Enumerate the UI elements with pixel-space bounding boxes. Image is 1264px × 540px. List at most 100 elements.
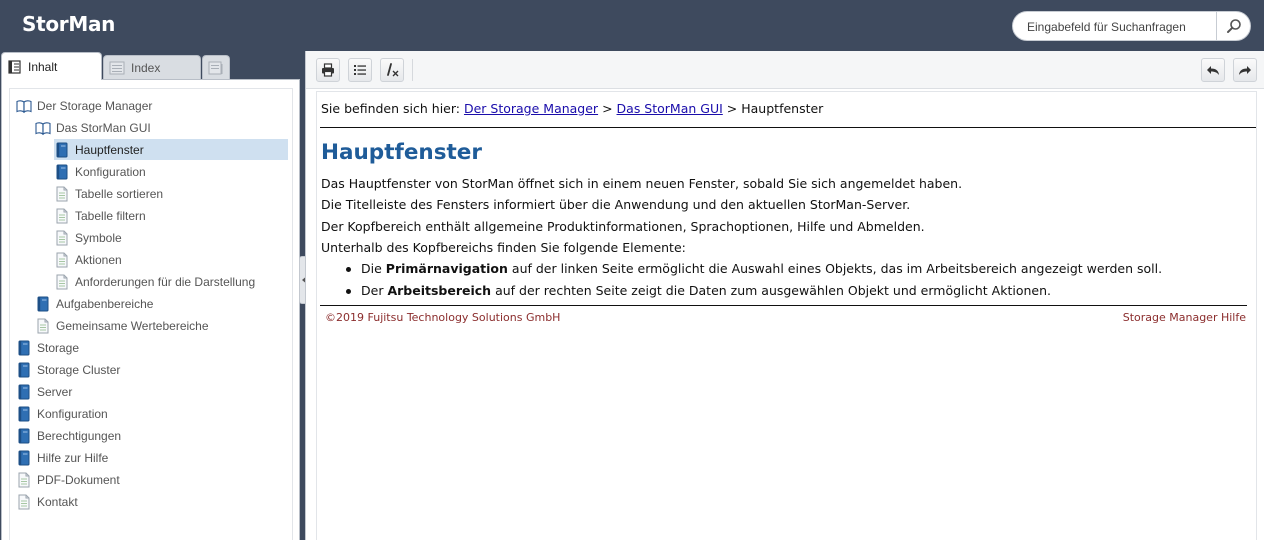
list-item: Der Arbeitsbereich auf der rechten Seite… xyxy=(346,283,1051,298)
index-icon xyxy=(109,61,125,75)
page-icon xyxy=(54,274,70,290)
content-panel: Sie befinden sich hier: Der Storage Mana… xyxy=(305,51,1264,540)
tree-item-label: Das StorMan GUI xyxy=(56,120,151,135)
tree-item[interactable]: Symbole xyxy=(54,227,126,248)
breadcrumb-prefix: Sie befinden sich hier: xyxy=(321,101,460,116)
tree-item-label: Aktionen xyxy=(75,252,122,267)
bullet-term: Arbeitsbereich xyxy=(387,283,492,298)
open-book-icon xyxy=(16,98,32,114)
tree-item-label: Symbole xyxy=(75,230,122,245)
tree-item-label: Der Storage Manager xyxy=(37,98,153,113)
toggle-list-button[interactable] xyxy=(348,58,372,82)
page-title: Hauptfenster xyxy=(321,140,482,165)
topic-content: Sie befinden sich hier: Der Storage Mana… xyxy=(316,91,1257,540)
tree-item-label: Hauptfenster xyxy=(75,142,144,157)
tree-item[interactable]: Aktionen xyxy=(54,249,126,270)
tree-item[interactable]: Tabelle filtern xyxy=(54,205,150,226)
copyright-text: ©2019 Fujitsu Technology Solutions GmbH xyxy=(325,311,561,324)
page-icon xyxy=(35,318,51,334)
paragraph: Das Hauptfenster von StorMan öffnet sich… xyxy=(321,176,963,191)
forward-button[interactable] xyxy=(1233,58,1257,82)
tab-inhalt[interactable]: Inhalt xyxy=(1,52,102,80)
page-icon xyxy=(54,252,70,268)
tab-index-label: Index xyxy=(131,61,161,75)
search-button[interactable] xyxy=(1216,12,1250,40)
tree-item-label: Storage Cluster xyxy=(37,362,121,377)
closed-book-icon xyxy=(16,406,32,422)
tree-item[interactable]: Storage Cluster xyxy=(16,359,124,380)
breadcrumb-separator: > xyxy=(726,101,738,116)
bullet-pre: Der xyxy=(361,283,384,298)
breadcrumb-link-storman-gui[interactable]: Das StorMan GUI xyxy=(617,101,723,116)
tree-item-label: Anforderungen für die Darstellung xyxy=(75,274,256,289)
breadcrumb-current: Hauptfenster xyxy=(741,101,824,116)
closed-book-icon xyxy=(16,450,32,466)
tab-inhalt-label: Inhalt xyxy=(28,59,58,74)
page-icon xyxy=(54,230,70,246)
glossary-icon xyxy=(208,61,223,75)
tree-item-label: Server xyxy=(37,384,73,399)
tree-item-label: Tabelle sortieren xyxy=(75,186,164,201)
closed-book-icon xyxy=(16,384,32,400)
tree-item-label: Kontakt xyxy=(37,494,78,509)
tree-item[interactable]: Gemeinsame Wertebereiche xyxy=(35,315,213,336)
print-button[interactable] xyxy=(316,58,340,82)
tree-item[interactable]: Server xyxy=(16,381,76,402)
tree-item-label: Konfiguration xyxy=(37,406,108,421)
closed-book-icon xyxy=(54,164,70,180)
tree-item[interactable]: Berechtigungen xyxy=(16,425,125,446)
breadcrumb-separator: > xyxy=(602,101,613,116)
tree-item-label: Gemeinsame Wertebereiche xyxy=(56,318,209,333)
open-book-icon xyxy=(35,120,51,136)
paragraph: Die Titelleiste des Fensters informiert … xyxy=(321,197,911,212)
top-header: StorMan xyxy=(0,0,1264,50)
tree-item[interactable]: Hilfe zur Hilfe xyxy=(16,447,112,468)
bullet-text: auf der linken Seite ermöglicht die Ausw… xyxy=(511,261,1163,276)
back-button[interactable] xyxy=(1201,58,1225,82)
page-icon xyxy=(54,186,70,202)
closed-book-icon xyxy=(16,428,32,444)
tree-item[interactable]: Tabelle sortieren xyxy=(54,183,167,204)
tree-item[interactable]: Konfiguration xyxy=(54,161,150,182)
tree-item[interactable]: Hauptfenster xyxy=(54,139,288,160)
bullet-pre: Die xyxy=(361,261,382,276)
search-input[interactable] xyxy=(1027,18,1217,35)
contents-icon xyxy=(8,59,21,74)
toolbar xyxy=(306,51,1264,89)
page-icon xyxy=(54,208,70,224)
toggle-list-icon xyxy=(354,65,366,75)
tree-item[interactable]: Anforderungen für die Darstellung xyxy=(54,271,259,292)
tab-index[interactable]: Index xyxy=(103,55,201,80)
bullet-text: auf der rechten Seite zeigt die Daten zu… xyxy=(495,283,1051,298)
tree-item-label: Konfiguration xyxy=(75,164,146,179)
help-title-footer: Storage Manager Hilfe xyxy=(1122,311,1246,324)
list-item: Die Primärnavigation auf der linken Seit… xyxy=(345,261,1163,276)
tree-item[interactable]: Das StorMan GUI xyxy=(35,117,155,138)
tree-item[interactable]: Konfiguration xyxy=(16,403,112,424)
tree-item[interactable]: Kontakt xyxy=(16,491,82,512)
app-logo: StorMan xyxy=(22,12,116,36)
closed-book-icon xyxy=(16,340,32,356)
toolbar-divider xyxy=(412,59,413,81)
page-icon xyxy=(16,472,32,488)
bullet-term: Primärnavigation xyxy=(385,261,508,276)
tree-item-label: Berechtigungen xyxy=(37,428,122,443)
tree-item-label: Hilfe zur Hilfe xyxy=(37,450,109,465)
search-icon xyxy=(1226,19,1241,33)
tree-item[interactable]: Aufgabenbereiche xyxy=(35,293,157,314)
header-divider xyxy=(320,127,1256,128)
breadcrumb-link-storage-manager[interactable]: Der Storage Manager xyxy=(464,101,598,116)
closed-book-icon xyxy=(16,362,32,378)
page-icon xyxy=(16,494,32,510)
tab-glossary[interactable] xyxy=(202,55,230,80)
remove-highlight-icon xyxy=(387,63,399,77)
tree-item[interactable]: Storage xyxy=(16,337,83,358)
back-arrow-icon xyxy=(1207,66,1219,75)
closed-book-icon xyxy=(54,142,70,158)
search-box xyxy=(1012,11,1251,41)
tree-item-label: PDF-Dokument xyxy=(37,472,120,487)
remove-highlight-button[interactable] xyxy=(380,58,404,82)
tree-item[interactable]: Der Storage Manager xyxy=(16,95,156,116)
print-icon xyxy=(322,63,334,77)
tree-item[interactable]: PDF-Dokument xyxy=(16,469,124,490)
